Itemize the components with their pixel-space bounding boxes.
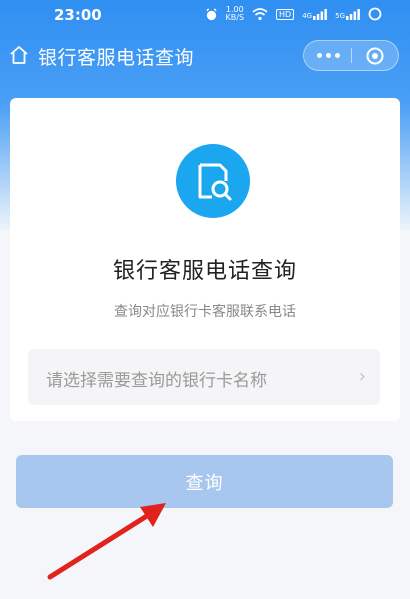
close-button[interactable]: [352, 41, 398, 70]
hd-badge: HD: [276, 8, 295, 20]
chevron-right-icon: ›: [358, 366, 366, 387]
status-icons: 1.00 KB/S HD 4G 5G: [205, 6, 382, 22]
more-icon: [316, 53, 322, 58]
signal-icon: [346, 8, 360, 20]
more-button[interactable]: [304, 41, 352, 70]
document-search-icon: [176, 144, 250, 218]
mini-program-capsule: [303, 40, 399, 71]
status-bar: 23:00 1.00 KB/S HD 4G 5G: [0, 0, 410, 32]
page-title: 银行客服电话查询: [38, 47, 195, 69]
wifi-icon: [252, 7, 268, 20]
query-card: 银行客服电话查询 查询对应银行卡客服联系电话 请选择需要查询的银行卡名称 ›: [10, 98, 400, 421]
nav-bar: 银行客服电话查询: [0, 32, 410, 80]
network-speed: 1.00 KB/S: [226, 6, 245, 22]
signal-5g: 5G: [335, 8, 360, 20]
signal-4g: 4G: [302, 8, 328, 20]
more-icon: [334, 53, 340, 58]
battery-icon: [368, 7, 382, 21]
bank-card-select[interactable]: 请选择需要查询的银行卡名称 ›: [28, 349, 380, 405]
card-subtitle: 查询对应银行卡客服联系电话: [114, 304, 296, 320]
select-placeholder: 请选择需要查询的银行卡名称: [46, 371, 267, 391]
close-circle-icon: [366, 47, 384, 64]
arrow-icon: [47, 503, 166, 580]
status-time: 23:00: [54, 6, 102, 24]
home-icon[interactable]: [8, 44, 30, 66]
card-title: 银行客服电话查询: [112, 259, 297, 284]
network-speed-unit: KB/S: [225, 13, 245, 22]
alarm-icon: [205, 7, 217, 20]
more-icon: [325, 53, 331, 58]
signal-icon: [313, 8, 328, 20]
query-button[interactable]: 查询: [16, 455, 393, 508]
